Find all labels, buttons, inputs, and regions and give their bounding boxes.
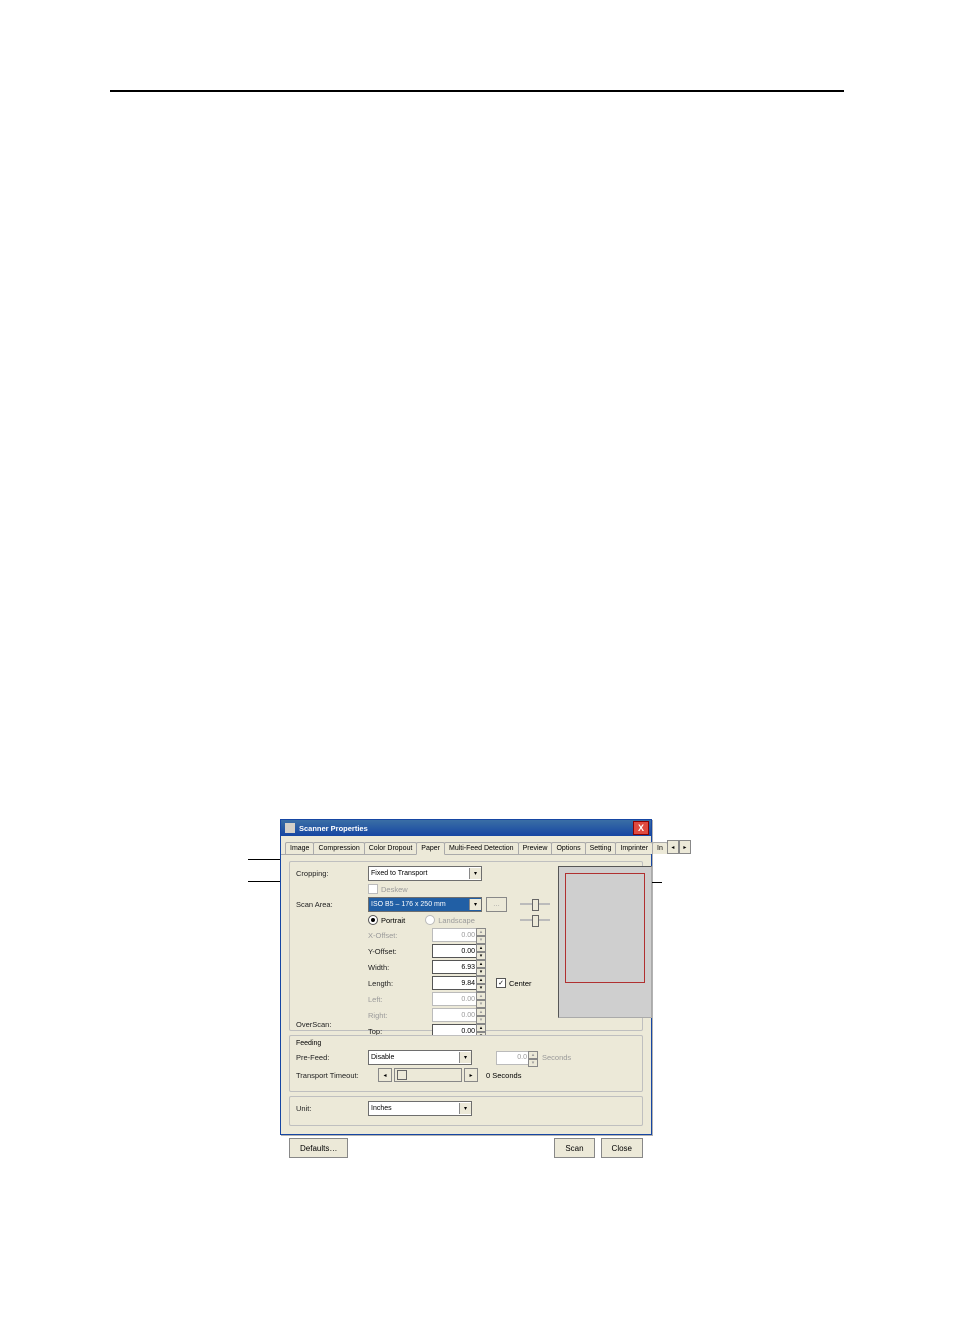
tab-strip: Image Compression Color Dropout Paper Mu… bbox=[281, 836, 651, 855]
tab-scroll: ◂ ▸ bbox=[667, 840, 691, 854]
x-offset-spinner: 0.00▴▾ bbox=[432, 928, 486, 942]
tab-image[interactable]: Image bbox=[285, 842, 314, 854]
tab-preview[interactable]: Preview bbox=[518, 842, 553, 854]
timeout-value: 0 Seconds bbox=[486, 1071, 521, 1080]
width-spinner[interactable]: 6.93▴▾ bbox=[432, 960, 486, 974]
preview-pane bbox=[558, 866, 652, 1018]
feeding-heading: Feeding bbox=[296, 1040, 636, 1047]
overscan-right-label: Right: bbox=[368, 1011, 428, 1020]
overscan-left-label: Left: bbox=[368, 995, 428, 1004]
tab-more[interactable]: In bbox=[652, 842, 668, 854]
dialog-button-row: Defaults… Scan Close bbox=[281, 1134, 651, 1166]
scan-area-label: Scan Area: bbox=[296, 900, 364, 909]
tab-multifeed[interactable]: Multi-Feed Detection bbox=[444, 842, 519, 854]
prefeed-time-spinner: 0.0▴▾ bbox=[496, 1051, 538, 1065]
scanner-properties-dialog: Scanner Properties X Image Compression C… bbox=[280, 819, 652, 1135]
defaults-button[interactable]: Defaults… bbox=[289, 1138, 348, 1158]
timeout-slider[interactable]: ◂▸ bbox=[378, 1068, 478, 1082]
tab-paper[interactable]: Paper bbox=[416, 842, 445, 855]
timeout-row: Transport Timeout: ◂▸ 0 Seconds bbox=[296, 1068, 636, 1082]
portrait-radio[interactable]: Portrait bbox=[368, 915, 405, 925]
prefeed-row: Pre-Feed: Disable ▾ 0.0▴▾ Seconds bbox=[296, 1050, 636, 1065]
cropping-group: Cropping: Fixed to Transport ▾ Deskew bbox=[289, 861, 643, 1031]
close-button[interactable]: Close bbox=[601, 1138, 643, 1158]
chevron-down-icon: ▾ bbox=[469, 868, 481, 879]
cropping-combo[interactable]: Fixed to Transport ▾ bbox=[368, 866, 482, 881]
scan-button[interactable]: Scan bbox=[554, 1138, 594, 1158]
chevron-down-icon: ▾ bbox=[469, 899, 481, 910]
scan-area-combo[interactable]: ISO B5 – 176 x 250 mm ▾ bbox=[368, 897, 482, 912]
center-checkbox[interactable]: Center bbox=[496, 978, 532, 988]
unit-combo[interactable]: Inches ▾ bbox=[368, 1101, 472, 1116]
tab-scroll-right[interactable]: ▸ bbox=[679, 840, 691, 854]
length-label: Length: bbox=[368, 979, 428, 988]
page: Scanner Properties X Image Compression C… bbox=[0, 0, 954, 1336]
offset-joystick[interactable] bbox=[520, 897, 550, 929]
window-title: Scanner Properties bbox=[299, 824, 368, 833]
overscan-label: OverScan: bbox=[296, 1020, 364, 1029]
tab-color-dropout[interactable]: Color Dropout bbox=[364, 842, 418, 854]
deskew-checkbox: Deskew bbox=[368, 884, 408, 894]
preview-scan-area-rect bbox=[565, 873, 645, 983]
cropping-label: Cropping: bbox=[296, 869, 364, 878]
tab-compression[interactable]: Compression bbox=[313, 842, 364, 854]
tab-setting[interactable]: Setting bbox=[585, 842, 617, 854]
landscape-radio: Landscape bbox=[425, 915, 475, 925]
title-bar[interactable]: Scanner Properties X bbox=[281, 820, 651, 836]
timeout-label: Transport Timeout: bbox=[296, 1071, 374, 1080]
x-offset-label: X-Offset: bbox=[368, 931, 428, 940]
unit-group: Unit: Inches ▾ bbox=[289, 1096, 643, 1126]
scan-area-browse-button[interactable]: … bbox=[486, 897, 507, 912]
prefeed-unit-label: Seconds bbox=[542, 1053, 571, 1062]
header-rule bbox=[110, 90, 844, 92]
app-icon bbox=[285, 823, 295, 833]
unit-label: Unit: bbox=[296, 1104, 364, 1113]
length-spinner[interactable]: 9.84▴▾ bbox=[432, 976, 486, 990]
y-offset-label: Y-Offset: bbox=[368, 947, 428, 956]
y-offset-spinner[interactable]: 0.00▴▾ bbox=[432, 944, 486, 958]
tab-options[interactable]: Options bbox=[551, 842, 585, 854]
chevron-down-icon: ▾ bbox=[459, 1103, 471, 1114]
prefeed-combo[interactable]: Disable ▾ bbox=[368, 1050, 472, 1065]
chevron-down-icon: ▾ bbox=[459, 1052, 471, 1063]
feeding-group: Feeding Pre-Feed: Disable ▾ 0.0▴▾ Second… bbox=[289, 1035, 643, 1092]
width-label: Width: bbox=[368, 963, 428, 972]
overscan-right-spinner: 0.00▴▾ bbox=[432, 1008, 486, 1022]
tab-scroll-left[interactable]: ◂ bbox=[667, 840, 679, 854]
close-window-button[interactable]: X bbox=[633, 821, 649, 835]
paper-panel: Cropping: Fixed to Transport ▾ Deskew bbox=[281, 855, 651, 1134]
prefeed-label: Pre-Feed: bbox=[296, 1053, 364, 1062]
tab-imprinter[interactable]: Imprinter bbox=[615, 842, 653, 854]
overscan-left-spinner: 0.00▴▾ bbox=[432, 992, 486, 1006]
